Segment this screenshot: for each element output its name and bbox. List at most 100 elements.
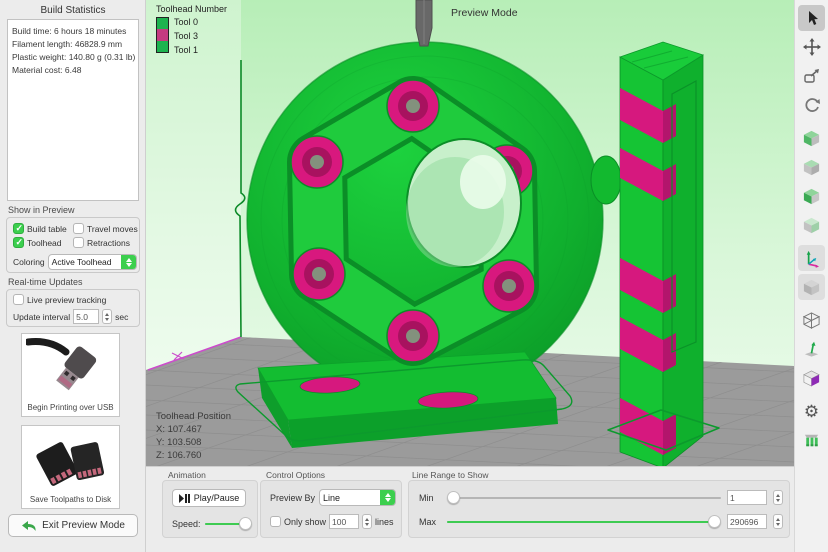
- checkbox-toolhead[interactable]: Toolhead: [13, 237, 62, 248]
- layer-normal-button[interactable]: [798, 336, 825, 362]
- settings-button[interactable]: ⚙: [798, 398, 825, 424]
- update-interval-label: Update interval: [13, 312, 70, 322]
- toolhead-checkbox[interactable]: [13, 237, 24, 248]
- max-stepper[interactable]: [773, 514, 783, 529]
- coloring-value: Active Toolhead: [49, 257, 121, 267]
- update-interval-field[interactable]: [73, 309, 99, 324]
- toolhead-position-x: X: 107.467: [156, 423, 231, 436]
- sd-cards-image: [22, 426, 119, 493]
- save-toolpaths-button[interactable]: Save Toolpaths to Disk: [21, 425, 120, 509]
- zoom-region-button[interactable]: [798, 63, 825, 89]
- checkbox-travel-moves[interactable]: Travel moves: [73, 223, 138, 234]
- viewport-3d-scene[interactable]: [146, 0, 794, 466]
- play-pause-icon: [179, 494, 190, 503]
- preview-by-label: Preview By: [270, 493, 315, 503]
- rotate-icon: [803, 96, 821, 114]
- cross-section-icon: [802, 369, 821, 388]
- retractions-checkbox[interactable]: [73, 237, 84, 248]
- usb-cable-image: [22, 334, 119, 401]
- min-value-field[interactable]: [727, 490, 767, 505]
- realtime-updates-label: Real-time Updates: [8, 277, 83, 287]
- stat-plastic-weight: Plastic weight: 140.80 g (0.31 lb): [12, 51, 134, 64]
- wireframe-view-button[interactable]: [798, 307, 825, 333]
- left-panel: Build Statistics Build time: 6 hours 18 …: [0, 0, 146, 552]
- min-label: Min: [419, 493, 441, 503]
- cross-section-button[interactable]: [798, 365, 825, 391]
- select-tool-button[interactable]: [798, 5, 825, 31]
- toolhead-position-y: Y: 103.508: [156, 436, 231, 449]
- checkbox-live-preview[interactable]: Live preview tracking: [13, 294, 106, 305]
- back-arrow-icon: [21, 521, 37, 531]
- toolhead-position-readout: Toolhead Position X: 107.467 Y: 103.508 …: [156, 410, 231, 462]
- travel-moves-checkbox[interactable]: [73, 223, 84, 234]
- line-range-group: Min Max: [408, 480, 790, 538]
- legend-label-tool1: Tool 1: [174, 45, 198, 55]
- axes-icon: [802, 249, 821, 268]
- exit-preview-mode-button[interactable]: Exit Preview Mode: [8, 514, 138, 537]
- max-slider[interactable]: [447, 515, 721, 528]
- only-show-stepper[interactable]: [362, 514, 372, 529]
- print-over-usb-button[interactable]: Begin Printing over USB: [21, 333, 120, 417]
- min-slider[interactable]: [447, 491, 721, 504]
- update-interval-unit: sec: [115, 312, 128, 322]
- only-show-checkbox[interactable]: [270, 516, 281, 527]
- speed-slider[interactable]: [205, 517, 252, 530]
- preview-by-stepper-icon: [380, 489, 395, 506]
- only-show-label: Only show: [284, 517, 326, 527]
- cube-back-icon: [802, 216, 821, 235]
- coordinate-axes-button[interactable]: [798, 245, 825, 271]
- animation-label: Animation: [168, 470, 206, 480]
- lines-label: lines: [375, 517, 394, 527]
- move-arrows-icon: [803, 38, 821, 56]
- checkbox-build-table[interactable]: Build table: [13, 223, 67, 234]
- control-options-label: Control Options: [266, 470, 325, 480]
- app-window: Build Statistics Build time: 6 hours 18 …: [0, 0, 828, 552]
- view-iso-button[interactable]: [798, 274, 825, 300]
- supports-button[interactable]: [798, 427, 825, 453]
- viewport-3d[interactable]: Toolhead Number Tool 0 Tool 3 Tool 1 Pre…: [146, 0, 794, 466]
- view-back-button[interactable]: [798, 212, 825, 238]
- legend-title: Toolhead Number: [156, 4, 227, 14]
- model-side-nub: [591, 156, 621, 204]
- live-preview-checkbox[interactable]: [13, 294, 24, 305]
- checkbox-retractions[interactable]: Retractions: [73, 237, 130, 248]
- toolhead-label: Toolhead: [27, 238, 62, 248]
- exit-button-label: Exit Preview Mode: [42, 520, 125, 531]
- speed-label: Speed:: [172, 519, 201, 529]
- view-top-button[interactable]: [798, 154, 825, 180]
- dropdown-stepper-icon: [121, 254, 136, 270]
- max-value-field[interactable]: [727, 514, 767, 529]
- update-interval-stepper[interactable]: [102, 309, 112, 324]
- play-pause-button[interactable]: Play/Pause: [172, 489, 246, 507]
- toolhead-position-z: Z: 106.760: [156, 449, 231, 462]
- legend-colorbar: [156, 17, 169, 53]
- model-striped-tower[interactable]: [608, 42, 719, 466]
- animation-group: Play/Pause Speed:: [162, 480, 258, 538]
- view-front-button[interactable]: [798, 125, 825, 151]
- legend-label-tool0: Tool 0: [174, 17, 198, 27]
- line-range-label: Line Range to Show: [412, 470, 489, 480]
- min-stepper[interactable]: [773, 490, 783, 505]
- realtime-updates-group: Live preview tracking Update interval se…: [6, 289, 140, 327]
- pan-view-button[interactable]: [798, 34, 825, 60]
- play-pause-label: Play/Pause: [194, 493, 240, 503]
- cube-front-icon: [802, 129, 821, 148]
- view-toolbar: ⚙: [794, 0, 828, 552]
- view-side-button[interactable]: [798, 183, 825, 209]
- supports-icon: [802, 431, 821, 450]
- sd-button-caption: Save Toolpaths to Disk: [30, 493, 111, 508]
- legend-swatch-tool1: [157, 41, 168, 52]
- min-row: Min: [419, 490, 783, 505]
- only-show-field[interactable]: [329, 514, 359, 529]
- preview-by-row: Preview By Line: [270, 489, 396, 506]
- build-table-checkbox[interactable]: [13, 223, 24, 234]
- stat-build-time: Build time: 6 hours 18 minutes: [12, 25, 134, 38]
- preview-by-dropdown[interactable]: Line: [319, 489, 396, 506]
- stat-filament-length: Filament length: 46828.9 mm: [12, 38, 134, 51]
- coloring-dropdown[interactable]: Active Toolhead: [48, 254, 137, 270]
- build-statistics-title: Build Statistics: [0, 5, 146, 16]
- toolhead-position-title: Toolhead Position: [156, 410, 231, 423]
- rotate-view-button[interactable]: [798, 92, 825, 118]
- show-in-preview-label: Show in Preview: [8, 205, 75, 215]
- max-label: Max: [419, 517, 441, 527]
